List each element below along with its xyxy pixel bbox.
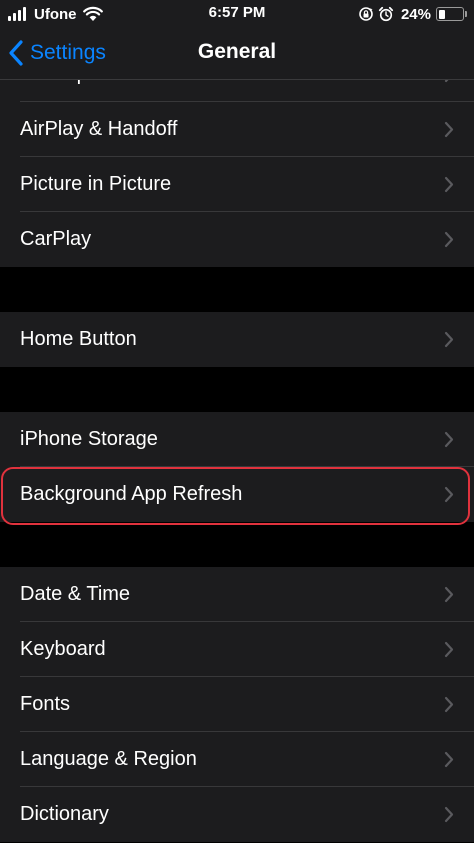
chevron-right-icon [444,641,454,658]
chevron-right-icon [444,176,454,193]
orientation-lock-icon [359,7,373,21]
battery-level-fill [438,9,445,19]
list-item-airdrop[interactable]: AirDrop [0,80,474,102]
list-item-label: Background App Refresh [20,483,243,505]
chevron-right-icon [444,806,454,823]
list-item-dictionary[interactable]: Dictionary [0,787,474,842]
settings-general-screen: Ufone 6:57 PM 24% Settings General AirPl… [0,0,474,843]
list-item-fonts[interactable]: Fonts [0,677,474,732]
chevron-right-icon [444,231,454,248]
chevron-right-icon [444,121,454,138]
page-title: General [197,40,277,63]
chevron-right-icon [444,696,454,713]
list-item-label: Fonts [20,693,71,715]
chevron-right-icon [444,751,454,768]
chevron-right-icon [444,80,449,83]
chevron-right-icon [444,331,454,348]
list-item-home-button[interactable]: Home Button [0,312,474,367]
chevron-right-icon [444,431,454,448]
chevron-right-icon [444,586,454,603]
navigation-bar: Settings General [0,28,474,80]
group-spacer [0,267,474,312]
chevron-right-icon [444,486,454,503]
list-item-label: Picture in Picture [20,173,172,195]
list-item-label: CarPlay [20,228,92,250]
list-item-label: Home Button [20,328,137,350]
list-item-label: iPhone Storage [20,428,158,450]
settings-list: AirDrop AirPlay & Handoff Picture in Pic… [0,80,474,842]
group-spacer [0,522,474,567]
list-item-label: Language & Region [20,748,197,770]
list-item-label: AirPlay & Handoff [20,118,178,140]
list-item-picture-in-picture[interactable]: Picture in Picture [0,157,474,212]
list-item-language-region[interactable]: Language & Region [0,732,474,787]
battery-percentage: 24% [400,5,431,23]
list-item-label: Keyboard [20,638,106,660]
status-right: 24% [358,4,467,24]
list-item-label: AirDrop [20,80,88,102]
list-item-date-time[interactable]: Date & Time [0,567,474,622]
list-item-label: Date & Time [20,583,131,605]
list-item-background-app-refresh[interactable]: Background App Refresh [0,467,474,522]
list-item-airplay-handoff[interactable]: AirPlay & Handoff [0,102,474,157]
group-spacer [0,367,474,412]
alarm-icon [378,6,394,22]
battery-icon [436,7,467,21]
list-item-carplay[interactable]: CarPlay [0,212,474,267]
list-item-keyboard[interactable]: Keyboard [0,622,474,677]
status-bar: Ufone 6:57 PM 24% [0,0,474,28]
list-item-label: Dictionary [20,803,109,825]
list-item-iphone-storage[interactable]: iPhone Storage [0,412,474,467]
